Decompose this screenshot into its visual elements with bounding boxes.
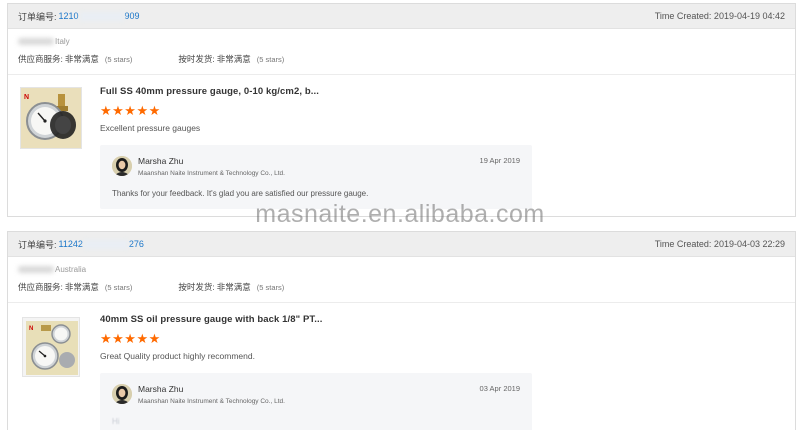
time-created: Time Created: 2019-04-19 04:42 <box>654 11 785 21</box>
product-title[interactable]: 40mm SS oil pressure gauge with back 1/8… <box>100 314 323 325</box>
buyer-comment: Excellent pressure gauges <box>100 123 201 133</box>
ontime-shipping-stars: (5 stars) <box>256 282 285 292</box>
supplier-service-stars: (5 stars) <box>104 282 133 292</box>
supplier-service-label: 供应商服务: <box>18 54 63 64</box>
buyer-country: Australia <box>55 264 87 274</box>
service-ratings: 供应商服务: 非常满意 (5 stars) 按时发货: 非常满意 (5 star… <box>18 53 785 65</box>
reply-author-name: Marsha Zhu <box>138 384 184 394</box>
order-header: 订单编号: 1210 909 Time Created: 2019-04-19 0… <box>8 4 795 29</box>
reply-author-name: Marsha Zhu <box>138 156 184 166</box>
rating-stars: ★★★★★ <box>100 103 161 118</box>
redacted-buyer-name <box>18 265 54 273</box>
svg-text:N: N <box>29 326 33 332</box>
order-number-label: 订单编号: <box>18 239 57 250</box>
supplier-service-value: 非常满意 <box>64 54 99 64</box>
supplier-service-label: 供应商服务: <box>18 282 63 292</box>
buyer-country: Italy <box>55 36 70 46</box>
reply-date: 19 Apr 2019 <box>479 156 520 165</box>
person-icon <box>112 156 132 176</box>
time-created: Time Created: 2019-04-03 22:29 <box>654 239 785 249</box>
reply-company: Maanshan Naite Instrument & Technology C… <box>138 170 285 177</box>
product-thumbnail[interactable]: N <box>20 87 82 149</box>
product-thumbnail[interactable]: N <box>22 317 80 377</box>
order-header: 订单编号: 11242 276 Time Created: 2019-04-03 … <box>8 232 795 257</box>
supplier-service-stars: (5 stars) <box>104 54 133 64</box>
avatar <box>112 384 132 404</box>
order-number-end: 276 <box>128 238 144 249</box>
ontime-shipping-value: 非常满意 <box>216 54 251 64</box>
buyer-info: Italy 供应商服务: 非常满意 (5 stars) 按时发货: 非常满意 (… <box>8 29 795 75</box>
reply-date: 03 Apr 2019 <box>479 384 520 393</box>
order-number-link[interactable]: 1210 909 <box>58 10 140 22</box>
order-number-link[interactable]: 11242 276 <box>58 238 144 250</box>
reply-text: Hi <box>112 417 120 426</box>
buyer-info: Australia 供应商服务: 非常满意 (5 stars) 按时发货: 非常… <box>8 257 795 303</box>
order-number-start: 11242 <box>58 238 83 249</box>
order-number-label: 订单编号: <box>18 11 57 22</box>
redacted-order-digits <box>79 12 124 22</box>
ontime-shipping-stars: (5 stars) <box>256 54 285 64</box>
product-title[interactable]: Full SS 40mm pressure gauge, 0-10 kg/cm2… <box>100 86 319 97</box>
reply-company: Maanshan Naite Instrument & Technology C… <box>138 398 285 405</box>
order-number-start: 1210 <box>58 10 79 21</box>
avatar <box>112 156 132 176</box>
order-card: 订单编号: 11242 276 Time Created: 2019-04-03 … <box>7 231 796 430</box>
product-review: N 40mm SS oil pressure gauge with back 1… <box>8 303 795 430</box>
ontime-shipping-value: 非常满意 <box>216 282 251 292</box>
reply-text: Thanks for your feedback. It's glad you … <box>112 189 369 198</box>
watermark: masnaite.en.alibaba.com <box>255 200 545 228</box>
order-card: 订单编号: 1210 909 Time Created: 2019-04-19 0… <box>7 3 796 217</box>
rating-stars: ★★★★★ <box>100 331 161 346</box>
ontime-shipping-label: 按时发货: <box>178 282 215 292</box>
redacted-buyer-name <box>18 37 54 45</box>
supplier-reply: Marsha Zhu Maanshan Naite Instrument & T… <box>100 373 532 430</box>
buyer-comment: Great Quality product highly recommend. <box>100 351 255 361</box>
ontime-shipping-label: 按时发货: <box>178 54 215 64</box>
pressure-gauge-icon: N <box>23 318 79 376</box>
person-icon <box>112 384 132 404</box>
redacted-order-digits <box>83 240 128 250</box>
product-review: N Full SS 40mm pressure gauge, 0-10 kg/c… <box>8 75 795 215</box>
svg-text:N: N <box>24 94 29 101</box>
pressure-gauge-icon: N <box>21 88 81 148</box>
service-ratings: 供应商服务: 非常满意 (5 stars) 按时发货: 非常满意 (5 star… <box>18 281 785 293</box>
order-number-end: 909 <box>124 10 140 21</box>
supplier-service-value: 非常满意 <box>64 282 99 292</box>
